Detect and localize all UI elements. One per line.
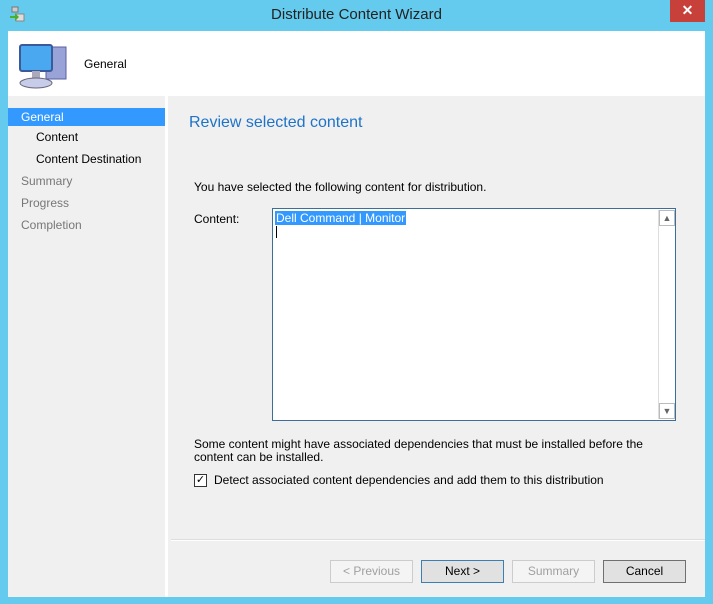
detect-dependencies-label: Detect associated content dependencies a… bbox=[214, 473, 604, 487]
next-button[interactable]: Next > bbox=[421, 560, 504, 583]
content-label: Content: bbox=[194, 212, 240, 226]
step-summary: Summary bbox=[21, 174, 73, 188]
step-content-destination: Content Destination bbox=[36, 152, 142, 166]
dependencies-note: Some content might have associated depen… bbox=[194, 437, 643, 464]
detect-dependencies-checkbox[interactable]: ✓ Detect associated content dependencies… bbox=[194, 473, 604, 487]
wizard-header: General bbox=[8, 31, 705, 96]
summary-button[interactable]: Summary bbox=[512, 560, 595, 583]
header-page-title: General bbox=[84, 57, 127, 71]
step-general: General bbox=[8, 108, 165, 126]
scroll-down-icon[interactable]: ▼ bbox=[659, 403, 675, 419]
cancel-button[interactable]: Cancel bbox=[603, 560, 686, 583]
footer-divider bbox=[171, 539, 705, 541]
scroll-up-icon[interactable]: ▲ bbox=[659, 210, 675, 226]
window-title: Distribute Content Wizard bbox=[271, 6, 442, 23]
wizard-frame: General General Content Content Destinat… bbox=[8, 31, 705, 597]
close-button[interactable]: ✕ bbox=[670, 0, 705, 22]
wizard-steps: General Content Content Destination Summ… bbox=[8, 96, 168, 597]
text-caret bbox=[276, 226, 277, 238]
checkbox-checked-icon[interactable]: ✓ bbox=[194, 473, 207, 487]
previous-button[interactable]: < Previous bbox=[330, 560, 413, 583]
intro-text: You have selected the following content … bbox=[194, 180, 487, 194]
main-panel: Review selected content You have selecte… bbox=[171, 96, 705, 597]
content-item: Dell Command | Monitor bbox=[275, 211, 407, 225]
section-heading: Review selected content bbox=[189, 114, 363, 131]
vertical-scrollbar[interactable]: ▲ ▼ bbox=[658, 210, 675, 419]
step-progress: Progress bbox=[21, 196, 70, 210]
title-bar[interactable]: Distribute Content Wizard ✕ bbox=[0, 0, 713, 31]
step-content: Content bbox=[36, 130, 79, 144]
computer-icon bbox=[19, 44, 67, 89]
content-textbox[interactable]: Dell Command | Monitor ▲ ▼ bbox=[272, 208, 676, 421]
step-completion: Completion bbox=[21, 218, 82, 232]
